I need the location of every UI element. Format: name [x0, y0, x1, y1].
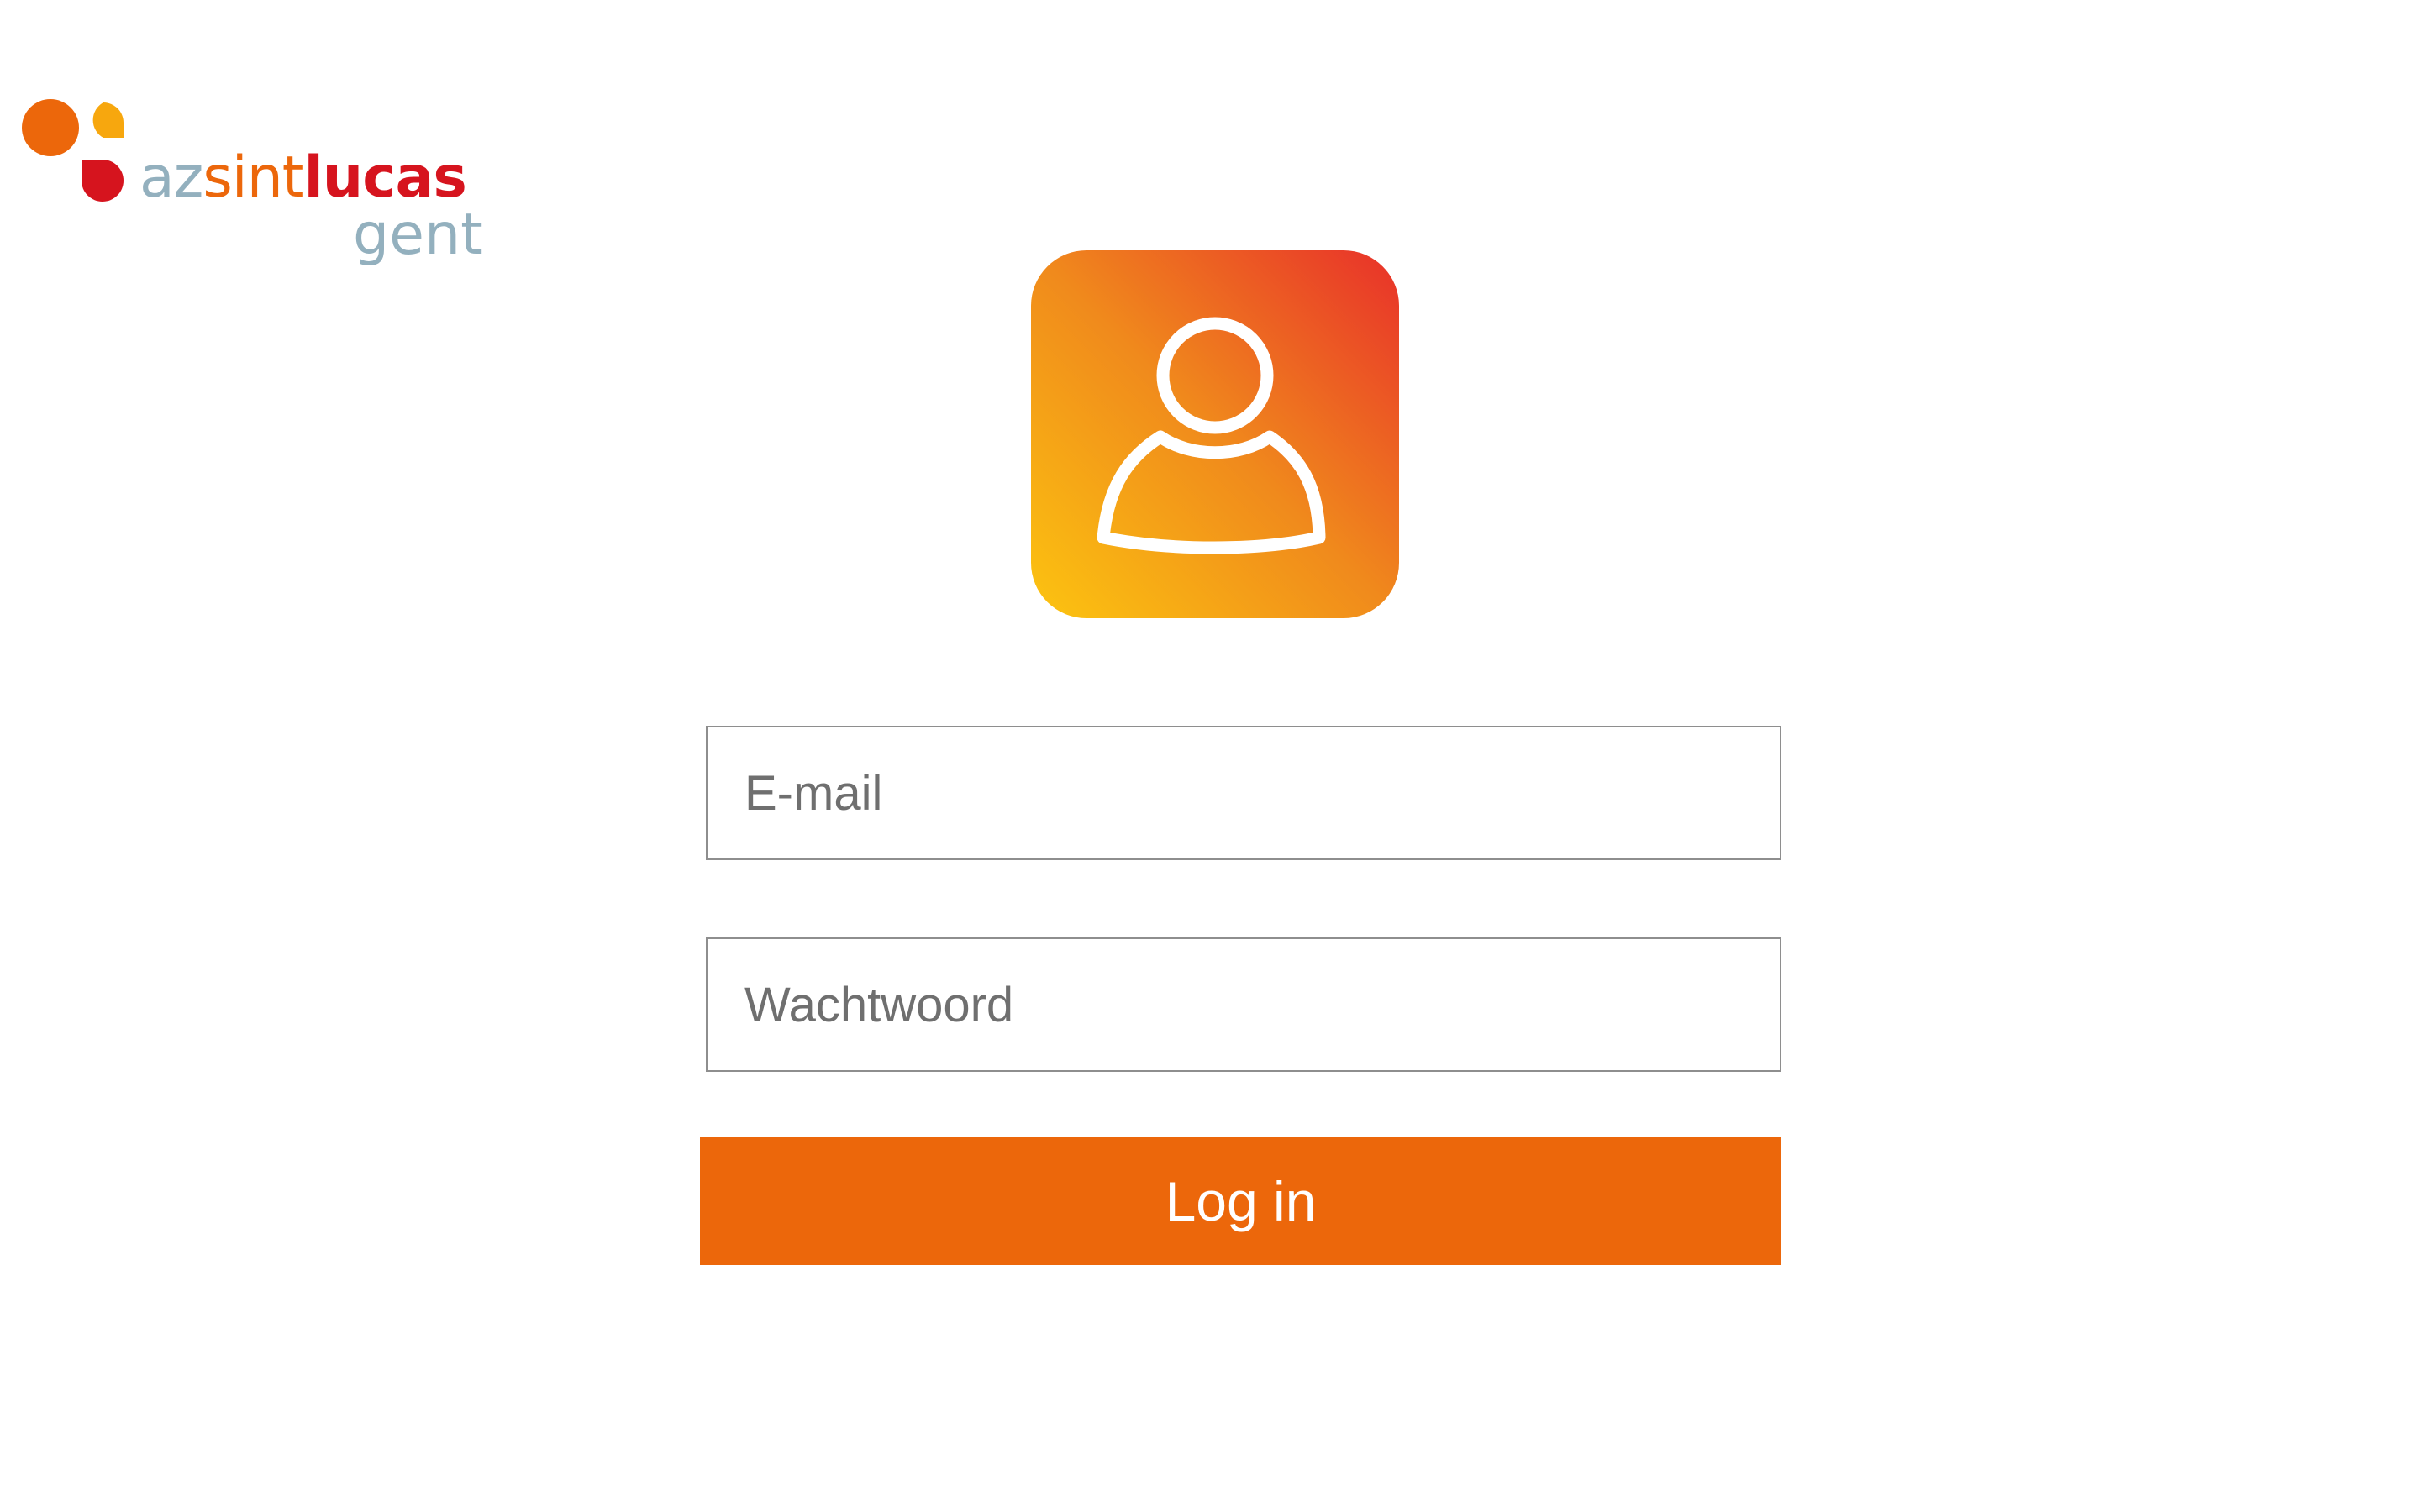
hospital-logo: azsintlucas gent [22, 99, 526, 276]
logo-dot-orange [22, 99, 79, 156]
app-icon [1031, 250, 1399, 618]
logo-dot-yellow [92, 102, 124, 138]
login-button[interactable]: Log in [700, 1137, 1781, 1265]
logo-word-city: gent [353, 202, 483, 268]
email-field[interactable] [706, 726, 1781, 860]
password-field[interactable] [706, 937, 1781, 1072]
logo-dot-red [82, 160, 124, 202]
logo-word-sint: sint [203, 144, 303, 211]
logo-word-az: az [139, 144, 203, 211]
